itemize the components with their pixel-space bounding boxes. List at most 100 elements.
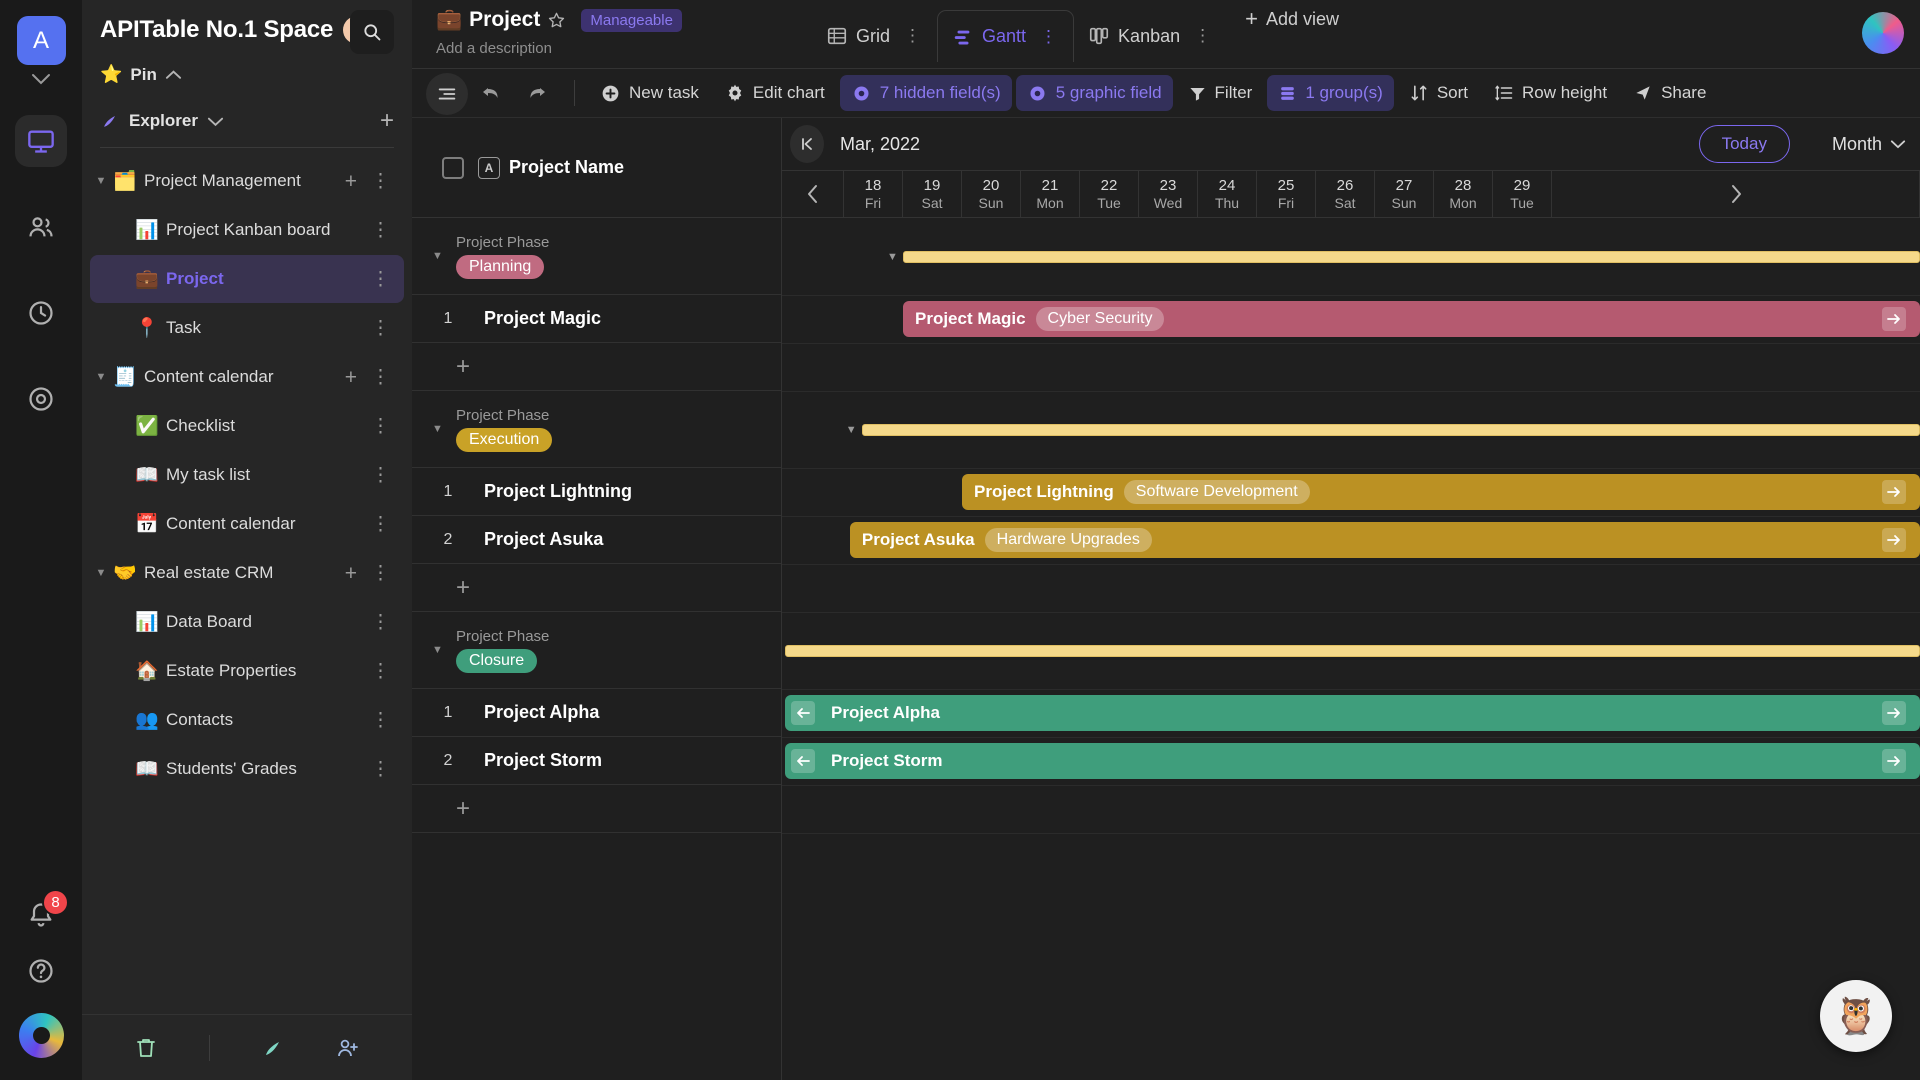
bar-right-handle[interactable] [1882,528,1906,552]
tab-kanban[interactable]: Kanban ⋮ [1074,10,1227,62]
redo-button[interactable] [514,75,560,111]
more-options-icon[interactable]: ⋮ [371,515,390,534]
today-button[interactable]: Today [1698,125,1790,163]
help-button[interactable] [27,957,55,985]
tree-item[interactable]: ▼ 🗂️ Project Management + ⋮ [90,157,404,205]
more-options-icon[interactable]: ⋮ [371,417,390,436]
toolbar-1-group-s-button[interactable]: 1 group(s) [1267,75,1394,111]
more-options-icon[interactable]: ⋮ [371,319,390,338]
tree-item[interactable]: 📊 Data Board ⋮ [90,598,404,646]
timeline-next-button[interactable] [1552,171,1920,217]
caret-down-icon[interactable]: ▼ [432,644,456,656]
timeline-prev-button[interactable] [782,171,844,217]
avatar[interactable] [1862,12,1904,54]
view-more-icon[interactable]: ⋮ [1034,27,1063,47]
apitable-logo-icon[interactable] [18,1013,64,1058]
tree-item[interactable]: 📊 Project Kanban board ⋮ [90,206,404,254]
tree-item[interactable]: 📅 Content calendar ⋮ [90,500,404,548]
collapse-sidebar-button[interactable] [426,73,468,115]
primary-field-header[interactable]: A Project Name [478,156,624,179]
caret-down-icon[interactable]: ▼ [432,423,456,435]
gantt-group-row[interactable]: ▼ Project Phase Execution [412,391,781,468]
rail-item-workbench[interactable] [15,115,67,167]
template-icon[interactable] [261,1036,285,1060]
tree-item[interactable]: 👥 Contacts ⋮ [90,696,404,744]
more-options-icon[interactable]: ⋮ [371,760,390,779]
bar-left-handle[interactable] [791,749,815,773]
add-child-icon[interactable]: + [345,367,357,388]
add-view-button[interactable]: + Add view [1245,8,1339,30]
tree-item[interactable]: ✅ Checklist ⋮ [90,402,404,450]
assistant-robot-button[interactable]: 🦉 [1820,980,1892,1052]
gantt-task-bar[interactable]: Project Lightning Software Development [962,474,1920,510]
notifications-button[interactable]: 8 [27,889,69,929]
tab-gantt[interactable]: Gantt ⋮ [937,10,1075,62]
search-button[interactable] [350,10,394,54]
bar-right-handle[interactable] [1882,307,1906,331]
gantt-add-row-button[interactable]: + [412,785,781,833]
more-options-icon[interactable]: ⋮ [371,368,390,387]
gantt-group-bar[interactable] [903,250,1920,263]
rail-item-automation[interactable] [15,287,67,339]
add-child-icon[interactable]: + [345,563,357,584]
gantt-add-row-button[interactable]: + [412,564,781,612]
timescale-select[interactable]: Month [1832,134,1906,155]
tree-item[interactable]: 💼 Project ⋮ [90,255,404,303]
more-options-icon[interactable]: ⋮ [371,613,390,632]
undo-button[interactable] [468,75,514,111]
gantt-task-row[interactable]: 2 Project Storm [412,737,781,785]
toolbar-sort-button[interactable]: Sort [1398,75,1479,111]
datasheet-title[interactable]: Project [469,8,540,32]
bar-right-handle[interactable] [1882,749,1906,773]
more-options-icon[interactable]: ⋮ [371,221,390,240]
caret-down-icon[interactable]: ▼ [90,175,112,187]
favorite-star-icon[interactable] [547,11,566,30]
gantt-group-row[interactable]: ▼ Project Phase Closure [412,612,781,689]
more-options-icon[interactable]: ⋮ [371,172,390,191]
bar-left-handle[interactable] [791,701,815,725]
tab-grid[interactable]: Grid ⋮ [812,10,937,62]
more-options-icon[interactable]: ⋮ [371,711,390,730]
tree-item[interactable]: 📍 Task ⋮ [90,304,404,352]
gantt-group-bar[interactable] [785,644,1920,657]
more-options-icon[interactable]: ⋮ [371,270,390,289]
toolbar-edit-chart-button[interactable]: Edit chart [714,75,836,111]
tree-item[interactable]: ▼ 🤝 Real estate CRM + ⋮ [90,549,404,597]
description-placeholder[interactable]: Add a description [436,40,792,57]
caret-down-icon[interactable]: ▼ [90,371,112,383]
trash-icon[interactable] [134,1036,158,1060]
view-more-icon[interactable]: ⋮ [898,26,927,46]
gantt-task-row[interactable]: 1 Project Lightning [412,468,781,516]
gantt-group-row[interactable]: ▼ Project Phase Planning [412,218,781,295]
gantt-add-row-button[interactable]: + [412,343,781,391]
more-options-icon[interactable]: ⋮ [371,662,390,681]
explorer-section-header[interactable]: Explorer + [82,85,412,133]
datasheet-emoji-icon[interactable]: 💼 [436,8,462,32]
add-child-icon[interactable]: + [345,171,357,192]
tree-item[interactable]: 📖 My task list ⋮ [90,451,404,499]
bar-right-handle[interactable] [1882,701,1906,725]
tree-item[interactable]: 🏠 Estate Properties ⋮ [90,647,404,695]
chevron-down-icon[interactable] [31,73,51,85]
toolbar-7-hidden-field-s-button[interactable]: 7 hidden field(s) [839,75,1012,111]
space-avatar[interactable]: A [16,16,66,65]
tree-item[interactable]: 📖 Students' Grades ⋮ [90,745,404,793]
more-options-icon[interactable]: ⋮ [371,564,390,583]
gantt-task-bar[interactable]: Project Alpha [785,695,1920,731]
gantt-task-row[interactable]: 1 Project Magic [412,295,781,343]
toolbar-new-task-button[interactable]: New task [589,75,710,111]
gantt-group-bar[interactable] [861,423,1920,436]
permission-badge[interactable]: Manageable [581,8,682,32]
gantt-task-bar[interactable]: Project Storm [785,743,1920,779]
space-name[interactable]: APITable No.1 Space [100,16,333,44]
toolbar-row-height-button[interactable]: Row height [1483,75,1618,111]
view-more-icon[interactable]: ⋮ [1188,26,1217,46]
gantt-task-bar[interactable]: Project Magic Cyber Security [903,301,1920,337]
more-options-icon[interactable]: ⋮ [371,466,390,485]
rail-item-members[interactable] [15,201,67,253]
add-node-button[interactable]: + [380,109,394,133]
rail-item-template[interactable] [15,373,67,425]
toolbar-share-button[interactable]: Share [1622,75,1717,111]
invite-icon[interactable] [336,1036,360,1060]
gantt-task-row[interactable]: 2 Project Asuka [412,516,781,564]
